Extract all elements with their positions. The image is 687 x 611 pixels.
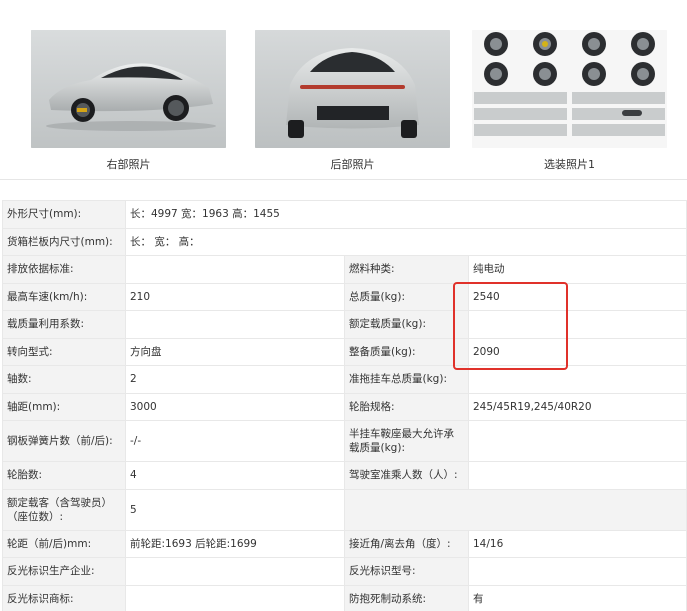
spec-label-wheelbase: 轴距(mm):	[2, 392, 126, 421]
spec-value-gross-mass: 2540	[467, 282, 687, 311]
spec-label-curb-mass: 整备质量(kg):	[344, 337, 469, 366]
spec-value-abs: 有	[467, 584, 687, 611]
table-row: 转向型式: 方向盘 整备质量(kg): 2090	[2, 337, 687, 366]
car-side-illustration	[31, 30, 226, 148]
spec-label-gross-mass: 总质量(kg):	[344, 282, 469, 311]
spec-value-cab-occupants	[467, 461, 687, 490]
spec-value-fuel: 纯电动	[467, 255, 687, 284]
photo-caption: 右部照片	[106, 158, 151, 171]
spec-value-emission	[125, 255, 345, 284]
spec-label-leaf-springs: 钢板弹簧片数（前/后):	[2, 420, 126, 462]
table-row: 最高车速(km/h): 210 总质量(kg): 2540	[2, 282, 687, 311]
photo-gallery: 右部照片 后部照片 选装照片1	[0, 0, 687, 180]
spec-value-axles: 2	[125, 365, 345, 394]
vehicle-spec-table: 外形尺寸(mm): 长：4997 宽：1963 高：1455 货箱栏板内尺寸(m…	[2, 200, 687, 611]
spec-value-reflector-maker	[125, 557, 345, 586]
spec-label-tire-count: 轮胎数:	[2, 461, 126, 490]
spec-label-load-coefficient: 载质量利用系数:	[2, 310, 126, 339]
photo-card-rear[interactable]: 后部照片	[255, 0, 455, 178]
table-row: 排放依据标准: 燃料种类: 纯电动	[2, 255, 687, 284]
optional-photo[interactable]	[472, 30, 667, 148]
spec-label-dimensions: 外形尺寸(mm):	[2, 200, 126, 229]
photo-card-right[interactable]: 右部照片	[31, 0, 231, 178]
table-row: 外形尺寸(mm): 长：4997 宽：1963 高：1455	[2, 200, 687, 229]
spec-value-dimensions: 长：4997 宽：1963 高：1455	[124, 200, 687, 229]
table-row: 反光标识商标: 防抱死制动系统: 有	[2, 584, 687, 611]
spec-label-saddle-load: 半挂车鞍座最大允许承载质量(kg):	[344, 420, 469, 462]
spec-label-trailer-mass: 准拖挂车总质量(kg):	[344, 365, 469, 394]
spec-label-emission: 排放依据标准:	[2, 255, 126, 284]
spec-label-fuel: 燃料种类:	[344, 255, 469, 284]
photo-caption: 后部照片	[330, 158, 375, 171]
table-row: 反光标识生产企业: 反光标识型号:	[2, 557, 687, 586]
spec-label-steering: 转向型式:	[2, 337, 126, 366]
spec-value-saddle-load	[467, 420, 687, 462]
right-side-photo[interactable]	[31, 30, 226, 148]
spec-label-track: 轮距（前/后)mm:	[2, 529, 126, 558]
spec-value-curb-mass: 2090	[467, 337, 687, 366]
table-row: 钢板弹簧片数（前/后): -/- 半挂车鞍座最大允许承载质量(kg):	[2, 420, 687, 462]
spec-label-reflector-maker: 反光标识生产企业:	[2, 557, 126, 586]
spec-value-reflector-model	[467, 557, 687, 586]
table-row: 轮胎数: 4 驾驶室准乘人数（人）:	[2, 461, 687, 490]
spec-value-seats: 5	[125, 488, 345, 531]
spec-value-reflector-brand	[125, 584, 345, 611]
spec-label-cab-occupants: 驾驶室准乘人数（人）:	[344, 461, 469, 490]
spec-value-cargo-box: 长： 宽： 高：	[124, 227, 687, 256]
spec-label-cargo-box: 货箱栏板内尺寸(mm):	[2, 227, 126, 256]
spec-value-leaf-springs: -/-	[125, 420, 345, 462]
spec-value-steering: 方向盘	[125, 337, 345, 366]
spec-value-track: 前轮距:1693 后轮距:1699	[125, 529, 345, 558]
spec-value-trailer-mass	[467, 365, 687, 394]
photo-card-optional[interactable]: 选装照片1	[472, 0, 672, 178]
spec-label-axles: 轴数:	[2, 365, 126, 394]
spec-label-seats: 额定载客（含驾驶员）（座位数）:	[2, 488, 126, 531]
photo-caption: 选装照片1	[544, 158, 595, 171]
table-row: 轴数: 2 准拖挂车总质量(kg):	[2, 365, 687, 394]
spec-empty-cell	[343, 488, 687, 531]
spec-label-rated-load: 额定载质量(kg):	[344, 310, 469, 339]
spec-value-tire-count: 4	[125, 461, 345, 490]
rear-photo[interactable]	[255, 30, 450, 148]
spec-value-angles: 14/16	[467, 529, 687, 558]
spec-value-rated-load	[467, 310, 687, 339]
table-row: 货箱栏板内尺寸(mm): 长： 宽： 高：	[2, 227, 687, 256]
spec-value-tire-spec: 245/45R19,245/40R20	[467, 392, 687, 421]
table-row: 轮距（前/后)mm: 前轮距:1693 后轮距:1699 接近角/离去角（度）:…	[2, 529, 687, 558]
spec-label-top-speed: 最高车速(km/h):	[2, 282, 126, 311]
table-row: 额定载客（含驾驶员）（座位数）: 5	[2, 488, 687, 531]
spec-label-reflector-brand: 反光标识商标:	[2, 584, 126, 611]
spec-label-abs: 防抱死制动系统:	[344, 584, 469, 611]
spec-value-top-speed: 210	[125, 282, 345, 311]
spec-value-load-coefficient	[125, 310, 345, 339]
table-row: 轴距(mm): 3000 轮胎规格: 245/45R19,245/40R20	[2, 392, 687, 421]
car-rear-illustration	[255, 30, 450, 148]
wheel-options-illustration	[472, 30, 667, 148]
spec-label-reflector-model: 反光标识型号:	[344, 557, 469, 586]
spec-label-tire-spec: 轮胎规格:	[344, 392, 469, 421]
spec-value-wheelbase: 3000	[125, 392, 345, 421]
table-row: 载质量利用系数: 额定载质量(kg):	[2, 310, 687, 339]
spec-label-angles: 接近角/离去角（度）:	[344, 529, 469, 558]
